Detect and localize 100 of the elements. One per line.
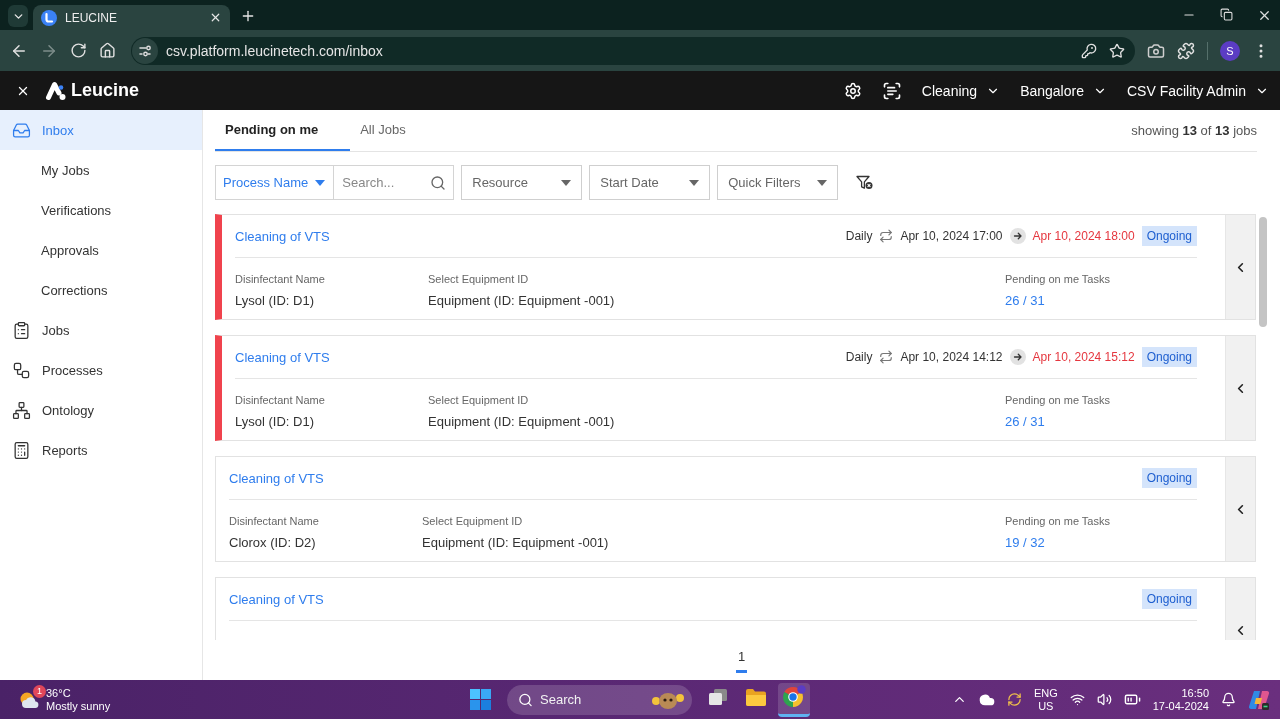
status-badge: Ongoing [1141, 226, 1197, 246]
restore-icon[interactable] [1220, 7, 1233, 21]
clipboard-icon [12, 320, 31, 340]
sidebar-item[interactable]: Verifications [0, 190, 202, 230]
sidebar-item[interactable]: Inbox [0, 110, 202, 150]
end-time: Apr 10, 2024 15:12 [1032, 350, 1135, 364]
caret-icon [689, 179, 700, 186]
brand-name: Leucine [71, 80, 140, 101]
start-icon[interactable] [470, 689, 491, 710]
hierarchy-icon [12, 400, 31, 420]
settings-icon[interactable] [843, 81, 862, 100]
search-field[interactable]: Search... [334, 165, 455, 200]
task-count-link[interactable]: 26 / 31 [1005, 413, 1045, 430]
filter-clear-icon[interactable] [856, 175, 874, 190]
wifi-icon[interactable] [1069, 692, 1085, 707]
page-button[interactable]: 1 [735, 649, 748, 673]
key-icon[interactable] [1081, 42, 1097, 59]
taskbar-app[interactable] [778, 682, 810, 717]
folder-icon [745, 687, 767, 707]
sidebar-item[interactable]: Ontology [0, 390, 202, 430]
repeat-icon [879, 350, 894, 364]
logo-icon [45, 80, 67, 101]
header-dropdown[interactable]: Bangalore [1020, 82, 1107, 99]
sidebar-item[interactable]: Reports [0, 430, 202, 470]
arrow-right-icon [1009, 228, 1026, 244]
field-value: Clorox (ID: D2) [229, 534, 317, 551]
star-icon[interactable] [1109, 42, 1125, 59]
expand-toggle[interactable] [1225, 215, 1255, 319]
sidebar-item[interactable]: Processes [0, 350, 202, 390]
arrow-right-icon [1009, 349, 1026, 365]
process-name-dropdown[interactable]: Process Name [215, 165, 335, 200]
field-label: Disinfectant Name [235, 272, 326, 286]
temperature-text: 36°C [46, 686, 71, 700]
result-count: showing 13 of 13 jobs [1131, 123, 1257, 138]
profile-avatar[interactable]: S [1220, 40, 1240, 61]
language-text: ENG [1033, 686, 1058, 700]
status-badge: Ongoing [1141, 589, 1197, 609]
scan-icon[interactable] [881, 80, 902, 101]
region-text: US [1038, 699, 1054, 713]
frequency-text: Daily [845, 229, 873, 243]
sidebar-item[interactable]: Corrections [0, 270, 202, 310]
clock-date: 17-04-2024 [1152, 699, 1209, 713]
task-view-icon [708, 687, 728, 707]
volume-icon[interactable] [1096, 692, 1112, 707]
notification-badge: 1 [33, 684, 46, 698]
browser-icon [782, 685, 806, 709]
sidebar-item[interactable]: Approvals [0, 230, 202, 270]
field-label: Pending on me Tasks [1005, 393, 1111, 407]
filter-dropdown[interactable]: Resource [461, 165, 583, 200]
browser-tab[interactable]: LEUCINE [33, 5, 230, 30]
expand-toggle[interactable] [1225, 457, 1255, 561]
search-icon [518, 692, 533, 707]
start-time: Apr 10, 2024 14:12 [900, 350, 1003, 364]
extensions-icon[interactable] [1177, 41, 1195, 60]
job-title-link[interactable]: Cleaning of VTS [229, 470, 324, 486]
filter-dropdown[interactable]: Quick Filters [717, 165, 839, 200]
field-value: Equipment (ID: Equipment -001) [422, 534, 610, 551]
address-field[interactable]: csv.platform.leucinetech.com/inbox [131, 36, 1135, 65]
end-time: Apr 10, 2024 18:00 [1032, 229, 1135, 243]
scrollbar-thumb[interactable] [1259, 217, 1267, 327]
task-count-link[interactable]: 19 / 32 [1005, 534, 1045, 551]
field-label: Disinfectant Name [235, 393, 326, 407]
home-icon[interactable] [99, 42, 116, 59]
workflow-icon [12, 360, 31, 380]
camera-icon[interactable] [1147, 41, 1165, 60]
job-title-link[interactable]: Cleaning of VTS [235, 228, 330, 244]
field-label: Pending on me Tasks [1005, 272, 1111, 286]
tab[interactable]: Pending on me [215, 110, 351, 151]
plus-icon[interactable] [240, 8, 256, 24]
close-icon[interactable] [209, 11, 222, 24]
job-title-link[interactable]: Cleaning of VTS [229, 591, 324, 607]
status-badge: Ongoing [1141, 347, 1197, 367]
repeat-icon [879, 229, 894, 243]
field-value: Equipment (ID: Equipment -001) [428, 413, 616, 430]
sidebar-item[interactable]: My Jobs [0, 150, 202, 190]
filter-dropdown[interactable]: Start Date [589, 165, 711, 200]
field-label: Disinfectant Name [229, 514, 320, 528]
task-count-link[interactable]: 26 / 31 [1005, 292, 1045, 309]
job-title-link[interactable]: Cleaning of VTS [235, 349, 330, 365]
field-value: Lysol (ID: D1) [235, 292, 315, 309]
caret-icon [561, 179, 572, 186]
bell-icon[interactable] [1221, 692, 1236, 707]
calculator-icon [12, 440, 31, 460]
field-value: Equipment (ID: Equipment -001) [428, 292, 616, 309]
start-time: Apr 10, 2024 17:00 [900, 229, 1003, 243]
field-value: Lysol (ID: D1) [235, 413, 315, 430]
reload-icon[interactable] [70, 42, 87, 59]
tab[interactable]: All Jobs [350, 110, 438, 151]
copilot-icon[interactable] [1248, 688, 1270, 711]
field-label: Select Equipment ID [422, 514, 524, 528]
sidebar-item[interactable]: Jobs [0, 310, 202, 350]
caret-icon [315, 179, 326, 186]
site-settings-icon[interactable] [132, 37, 158, 64]
field-label: Pending on me Tasks [1005, 514, 1111, 528]
header-dropdown[interactable]: CSV Facility Admin [1126, 82, 1269, 99]
expand-toggle[interactable] [1225, 336, 1255, 440]
header-dropdown[interactable]: Cleaning [921, 82, 1001, 99]
field-label: Select Equipment ID [428, 393, 530, 407]
tab-list-button[interactable] [8, 5, 28, 27]
sync-icon[interactable] [1006, 692, 1022, 707]
